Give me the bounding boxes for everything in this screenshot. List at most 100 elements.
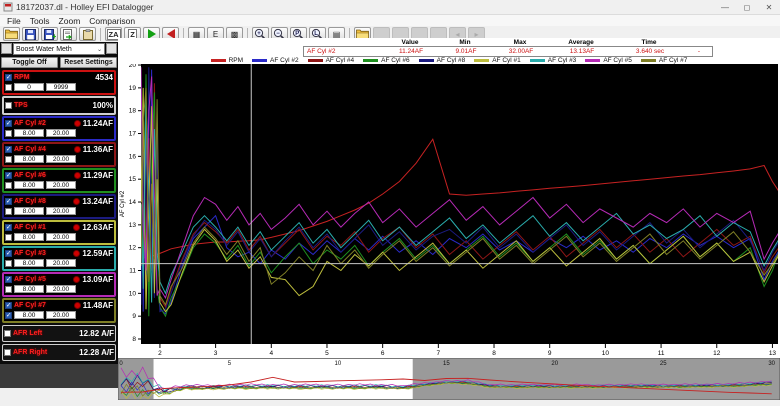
channel-label: RPM [14,74,30,81]
channel-af-cyl-8-max-input[interactable] [46,207,76,215]
legend-item: AF Cyl #7 [641,57,688,64]
channel-sidebar: Boost Water Meth ⌄ Toggle Off Reset Sett… [0,42,118,388]
channel-af-cyl-1-checkbox[interactable] [5,224,12,231]
channel-af-cyl-5-checkbox[interactable] [5,276,12,283]
svg-text:10: 10 [335,361,342,367]
channel-rpm-min-input[interactable] [14,83,44,91]
menu-tools[interactable]: Tools [26,16,54,26]
save-as-button[interactable]: + [41,27,58,41]
channel-af-cyl-3-max-input[interactable] [46,259,76,267]
preset-next-button[interactable] [106,43,117,54]
channel-value: 12.63AF [82,223,113,232]
svg-text:13: 13 [129,222,137,229]
channel-af-cyl-5-max-input[interactable] [46,285,76,293]
channel-af-cyl-7-scale-checkbox[interactable] [5,312,12,319]
svg-text:17: 17 [129,131,137,138]
channel-af-cyl-2-max-input[interactable] [46,129,76,137]
channel-rpm-checkbox[interactable] [5,74,12,81]
channel-af-cyl-7-max-input[interactable] [46,311,76,319]
svg-text:2: 2 [158,350,162,357]
toolbar-separator [100,28,101,41]
legend-swatch [363,59,378,62]
channel-af-cyl-4-scale-checkbox[interactable] [5,156,12,163]
holley-datalogger-window: { "window": {"title": "18172037.dl - Hol… [0,0,780,406]
channel-label: AF Cyl #4 [14,146,46,153]
main-chart[interactable]: 8910111213141516171819202345678910111213… [118,64,780,358]
channel-af-cyl-1-min-input[interactable] [14,233,44,241]
channel-afr-right-checkbox[interactable] [4,349,11,356]
channel-value: 11.36AF [83,145,113,154]
menu-file[interactable]: File [3,16,25,26]
channel-af-cyl-7-min-input[interactable] [14,311,44,319]
channel-af-cyl-8-min-input[interactable] [14,207,44,215]
channel-afr-left-checkbox[interactable] [4,330,11,337]
status-led-icon [73,224,80,231]
maximize-button[interactable]: ◻ [736,3,758,12]
overview-strip[interactable]: 051015202530 [118,358,780,400]
channel-af-cyl-6-max-input[interactable] [46,181,76,189]
channel-af-cyl-6-checkbox[interactable] [5,172,12,179]
channel-af-cyl-6-min-input[interactable] [14,181,44,189]
channel-rpm-scale-checkbox[interactable] [5,84,12,91]
channel-af-cyl-5-scale-checkbox[interactable] [5,286,12,293]
channel-af-cyl-5: AF Cyl #513.09AF [2,272,116,297]
channel-af-cyl-2-min-input[interactable] [14,129,44,137]
menu-zoom[interactable]: Zoom [55,16,85,26]
svg-text:+: + [257,31,261,37]
channel-tps-checkbox[interactable] [5,102,12,109]
channel-af-cyl-2-checkbox[interactable] [5,120,12,127]
menubar: File Tools Zoom Comparison [0,15,780,26]
readout-min: 9.01AF [440,48,492,55]
svg-text:7: 7 [437,350,441,357]
channel-af-cyl-4-min-input[interactable] [14,155,44,163]
channel-af-cyl-2: AF Cyl #211.24AF [2,116,116,141]
channel-af-cyl-3-min-input[interactable] [14,259,44,267]
channel-af-cyl-8-checkbox[interactable] [5,198,12,205]
channel-af-cyl-3-checkbox[interactable] [5,250,12,257]
menu-comparison[interactable]: Comparison [85,16,139,26]
legend-item: RPM [211,57,243,64]
channel-af-cyl-2-scale-checkbox[interactable] [5,130,12,137]
overview-selection[interactable] [154,359,413,399]
reset-settings-button[interactable]: Reset Settings [60,57,117,68]
channel-label: AF Cyl #1 [14,224,46,231]
preset-prev-button[interactable] [1,43,12,54]
open-log-button[interactable] [3,27,20,41]
channel-af-cyl-6-scale-checkbox[interactable] [5,182,12,189]
preset-dropdown[interactable]: Boost Water Meth ⌄ [13,43,105,55]
legend-swatch [211,59,226,62]
channel-af-cyl-5-min-input[interactable] [14,285,44,293]
notes-button[interactable] [79,27,96,41]
status-led-icon [74,302,81,309]
close-button[interactable]: ✕ [758,3,780,12]
channel-af-cyl-4-checkbox[interactable] [5,146,12,153]
header-max: Max [491,39,549,46]
channel-af-cyl-7: AF Cyl #711.48AF [2,298,116,323]
svg-text:11: 11 [658,350,665,357]
channel-af-cyl-3-scale-checkbox[interactable] [5,260,12,267]
svg-text:12: 12 [129,245,137,252]
legend-swatch [419,59,434,62]
channel-rpm: RPM4534 [2,70,116,95]
svg-text:4: 4 [269,350,273,357]
save-button[interactable] [22,27,39,41]
channel-af-cyl-8-scale-checkbox[interactable] [5,208,12,215]
channel-af-cyl-1-scale-checkbox[interactable] [5,234,12,241]
channel-af-cyl-4-max-input[interactable] [46,155,76,163]
toggle-off-button[interactable]: Toggle Off [1,57,58,68]
minimize-button[interactable]: — [714,3,736,12]
export-button[interactable] [60,27,77,41]
svg-text:P: P [295,31,299,37]
channel-rpm-max-input[interactable] [46,83,76,91]
channel-af-cyl-7-checkbox[interactable] [5,302,12,309]
readout-channel: AF Cyl #2 [304,48,382,55]
legend-item: AF Cyl #3 [530,57,577,64]
y-axis-label: AF Cyl #2 [120,190,126,217]
svg-text:15: 15 [443,361,450,367]
svg-text:30: 30 [768,361,775,367]
svg-text:10: 10 [129,290,137,297]
channel-value: 100% [93,101,113,110]
channel-af-cyl-1-max-input[interactable] [46,233,76,241]
svg-text:8: 8 [132,336,136,343]
svg-text:25: 25 [660,361,667,367]
